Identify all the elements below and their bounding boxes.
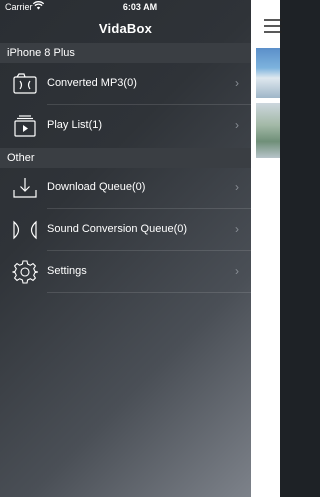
menu-item-converted-mp3[interactable]: Converted MP3(0) › [0,63,251,105]
menu-item-label: Play List(1) [47,119,103,131]
chevron-right-icon: › [235,118,239,132]
music-icon [13,73,37,94]
menu-item-settings[interactable]: Settings › [0,251,251,293]
chevron-right-icon: › [235,264,239,278]
video-thumbnail[interactable] [256,103,280,158]
app-title: VidaBox [98,21,153,36]
menu-item-label: Settings [47,265,87,277]
playlist-icon [14,115,36,137]
menu-item-label: Sound Conversion Queue(0) [47,223,188,235]
status-time: 6:03 AM [122,2,158,12]
hamburger-menu-icon[interactable] [264,18,282,34]
menu-item-download-queue[interactable]: Download Queue(0) › [0,167,251,209]
video-thumbnail[interactable] [256,48,280,98]
menu-item-sound-conversion-queue[interactable]: Sound Conversion Queue(0) › [0,209,251,251]
menu-item-label: Converted MP3(0) [47,77,137,89]
chevron-right-icon: › [235,180,239,194]
conversion-icon [13,220,37,240]
menu-item-play-list[interactable]: Play List(1) › [0,105,251,147]
side-menu: Carrier VidaBox iPhone 8 Plus Converted … [0,0,251,497]
divider [47,292,251,293]
section-header-device: iPhone 8 Plus [0,43,251,63]
menu-item-label: Download Queue(0) [47,181,146,193]
gear-icon [12,260,38,284]
section-header-label: Other [7,152,35,164]
chevron-right-icon: › [235,222,239,236]
section-header-label: iPhone 8 Plus [7,47,75,59]
download-icon [13,178,37,198]
chevron-right-icon: › [235,76,239,90]
section-header-other: Other [0,148,251,168]
